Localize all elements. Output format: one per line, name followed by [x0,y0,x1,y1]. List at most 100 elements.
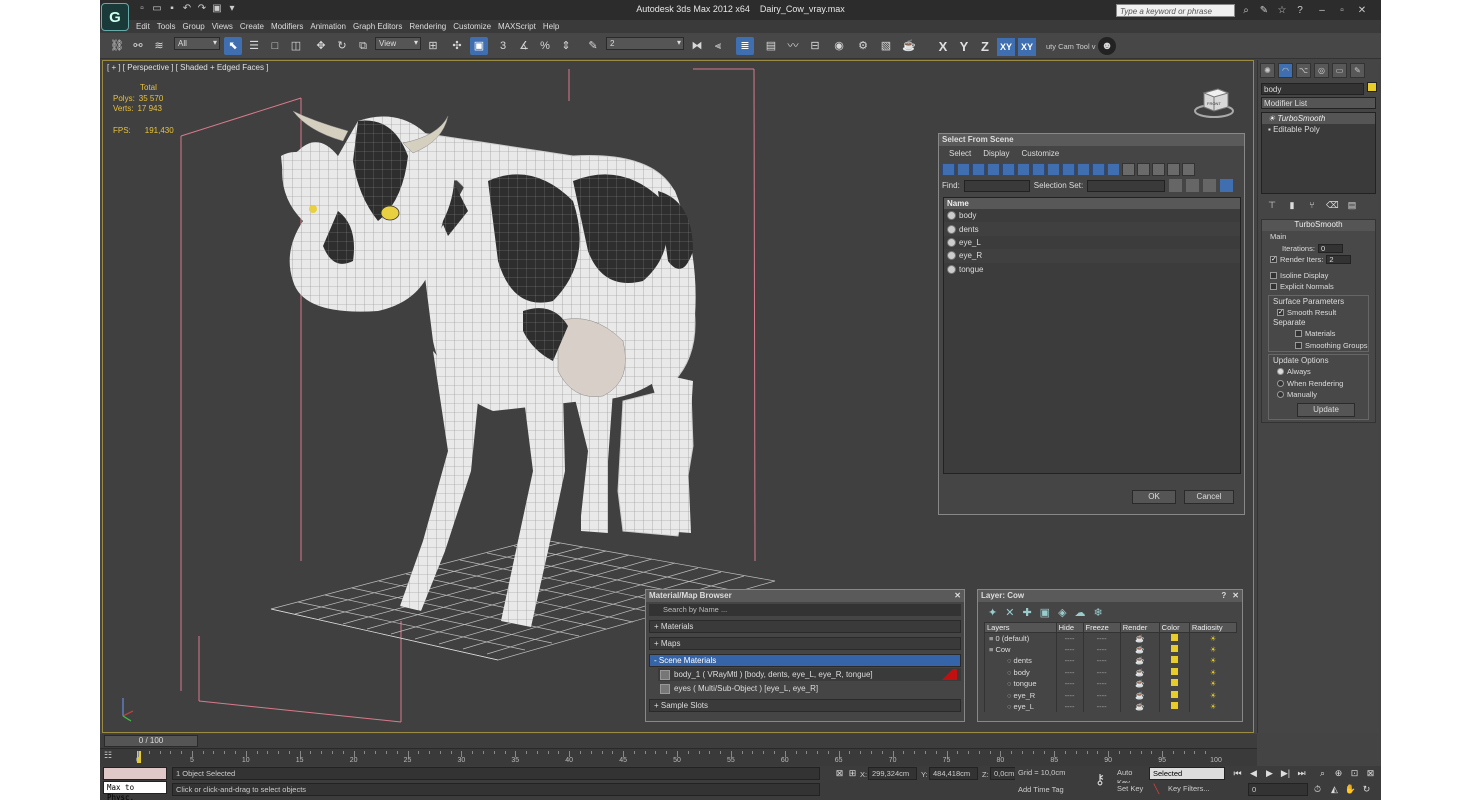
isoline-display-checkbox[interactable] [1270,271,1277,279]
application-button-icon[interactable]: G [101,3,129,31]
cam-tool-label[interactable]: uty Cam Tool v [1046,42,1095,51]
layer-name-cell[interactable]: ◌ dents [984,655,1057,667]
display-space-warps-icon[interactable] [1017,163,1030,176]
list-item[interactable]: eye_L [944,236,1240,249]
motion-tab-icon[interactable]: ◎ [1314,63,1329,78]
render-production-icon[interactable]: ☕ [900,37,918,55]
layer-color-swatch[interactable] [1170,690,1178,698]
make-unique-icon[interactable]: ⑂ [1306,200,1318,212]
material-search-input[interactable]: Search by Name ... [649,604,961,616]
delete-layer-icon[interactable]: ✕ [1005,606,1014,619]
go-to-start-icon[interactable]: ⏮ [1231,767,1244,780]
select-all-icon[interactable] [1169,179,1183,192]
table-row[interactable]: ◌ eye_L ---- ---- ☕ ☀ [984,700,1237,713]
radiosity-icon[interactable]: ☀ [1188,632,1237,644]
restrict-xy-icon[interactable]: XY [997,38,1015,56]
table-row[interactable]: ◌ eye_R ---- ---- ☕ ☀ [984,689,1237,701]
previous-frame-icon[interactable]: ◀ [1247,767,1260,780]
hide-cell[interactable]: ---- [1055,632,1083,644]
zoom-all-icon[interactable]: ⊕ [1332,767,1345,780]
display-shapes-icon[interactable] [957,163,970,176]
window-crossing-icon[interactable]: ◫ [287,37,305,55]
display-cameras-icon[interactable] [987,163,1000,176]
play-icon[interactable]: ▶ [1263,767,1276,780]
time-slider[interactable]: 0 / 100 [104,735,198,747]
angle-snap-icon[interactable]: ∡ [515,37,533,55]
layer-color-swatch[interactable] [1170,656,1178,664]
set-key-button[interactable]: Set Key [1114,783,1148,796]
radiosity-column[interactable]: Radiosity [1188,622,1238,633]
freeze-cell[interactable]: ---- [1082,632,1121,644]
layer-color-swatch[interactable] [1170,633,1178,641]
maxscript-mini-listener[interactable]: Max to Physc. [103,781,167,800]
set-key-mode-icon[interactable]: ⚷ [1090,772,1110,786]
restrict-y-icon[interactable]: Y [955,38,973,56]
freeze-cell[interactable]: ---- [1082,700,1121,713]
material-editor-icon[interactable]: ◉ [830,37,848,55]
create-tab-icon[interactable]: ✺ [1260,63,1275,78]
next-frame-icon[interactable]: ▶| [1279,767,1292,780]
display-all-icon[interactable] [1122,163,1135,176]
maps-section[interactable]: + Maps [649,637,961,650]
lock-selection-icon[interactable]: ⊠ [833,767,846,780]
pan-view-icon[interactable]: ✋ [1344,783,1357,796]
modify-tab-icon[interactable]: ◠ [1278,63,1293,78]
manually-radio[interactable] [1277,391,1284,399]
render-teapot-icon[interactable]: ☕ [1119,666,1160,679]
rectangle-selection-icon[interactable]: □ [266,37,284,55]
hide-cell[interactable]: ---- [1055,700,1083,713]
color-cell[interactable] [1158,689,1190,701]
object-name-input[interactable]: body [1261,83,1364,95]
go-to-end-icon[interactable]: ⏭ [1295,767,1308,780]
restrict-z-icon[interactable]: Z [976,38,994,56]
radiosity-icon[interactable]: ☀ [1188,689,1237,701]
modifier-stack-item[interactable]: ▪ Editable Poly [1262,124,1375,135]
color-column[interactable]: Color [1158,622,1190,633]
select-invert-icon[interactable] [1203,179,1217,192]
render-column[interactable]: Render [1119,622,1160,633]
render-teapot-icon[interactable]: ☕ [1119,700,1160,713]
turbosmooth-rollout-header[interactable]: TurboSmooth [1262,220,1375,231]
display-geometry-icon[interactable] [942,163,955,176]
close-icon[interactable]: ✕ [1355,4,1369,17]
move-icon[interactable]: ✥ [312,37,330,55]
current-frame-field[interactable]: 0 [1248,783,1308,796]
material-item[interactable]: body_1 ( VRayMtl ) [body, dents, eye_L, … [658,668,961,681]
display-lights-icon[interactable] [972,163,985,176]
menu-item-tools[interactable]: Tools [157,20,183,33]
menu-item-maxscript[interactable]: MAXScript [498,20,543,33]
radiosity-icon[interactable]: ☀ [1188,700,1237,713]
object-color-swatch[interactable] [1367,82,1377,92]
hide-all-layers-icon[interactable]: ☁ [1075,606,1086,619]
graphite-ribbon-icon[interactable]: ▤ [762,37,780,55]
minimize-icon[interactable]: – [1315,4,1329,17]
freeze-column[interactable]: Freeze [1082,622,1121,633]
layer-name-cell[interactable]: ◌ eye_R [984,689,1057,701]
materials-section[interactable]: + Materials [649,620,961,633]
modifier-stack-item[interactable]: ☀ TurboSmooth [1262,113,1375,124]
color-cell[interactable] [1158,678,1190,690]
iterations-spinner[interactable]: 0 [1317,243,1343,253]
spinner-snap-icon[interactable]: ⇕ [557,37,575,55]
sync-selection-icon[interactable] [1220,179,1234,192]
table-row[interactable]: ◌ dents ---- ---- ☕ ☀ [984,655,1237,667]
select-by-name-icon[interactable]: ☰ [245,37,263,55]
list-item[interactable]: tongue [944,263,1240,276]
absolute-mode-icon[interactable]: ⊞ [846,767,859,780]
display-xrefs-icon[interactable] [1047,163,1060,176]
edit-named-selection-icon[interactable]: ✎ [584,37,602,55]
key-mode-select[interactable]: Selected [1149,767,1225,780]
menu-item-edit[interactable]: Edit [136,20,157,33]
radiosity-icon[interactable]: ☀ [1188,655,1237,667]
bind-space-warp-icon[interactable]: ≋ [150,37,168,55]
cancel-button[interactable]: Cancel [1184,490,1234,504]
utilities-tab-icon[interactable]: ✎ [1350,63,1365,78]
menu-item-views[interactable]: Views [212,20,240,33]
display-groups-icon[interactable] [1032,163,1045,176]
snaps-toggle-icon[interactable]: 3 [494,37,512,55]
hierarchy-tab-icon[interactable]: ⌥ [1296,63,1311,78]
layer-name-cell[interactable]: ≡ Cow [984,643,1057,656]
zoom-extents-all-icon[interactable]: ⊠ [1364,767,1377,780]
menu-item-group[interactable]: Group [182,20,211,33]
reference-coordinate-select[interactable]: View [375,37,421,50]
